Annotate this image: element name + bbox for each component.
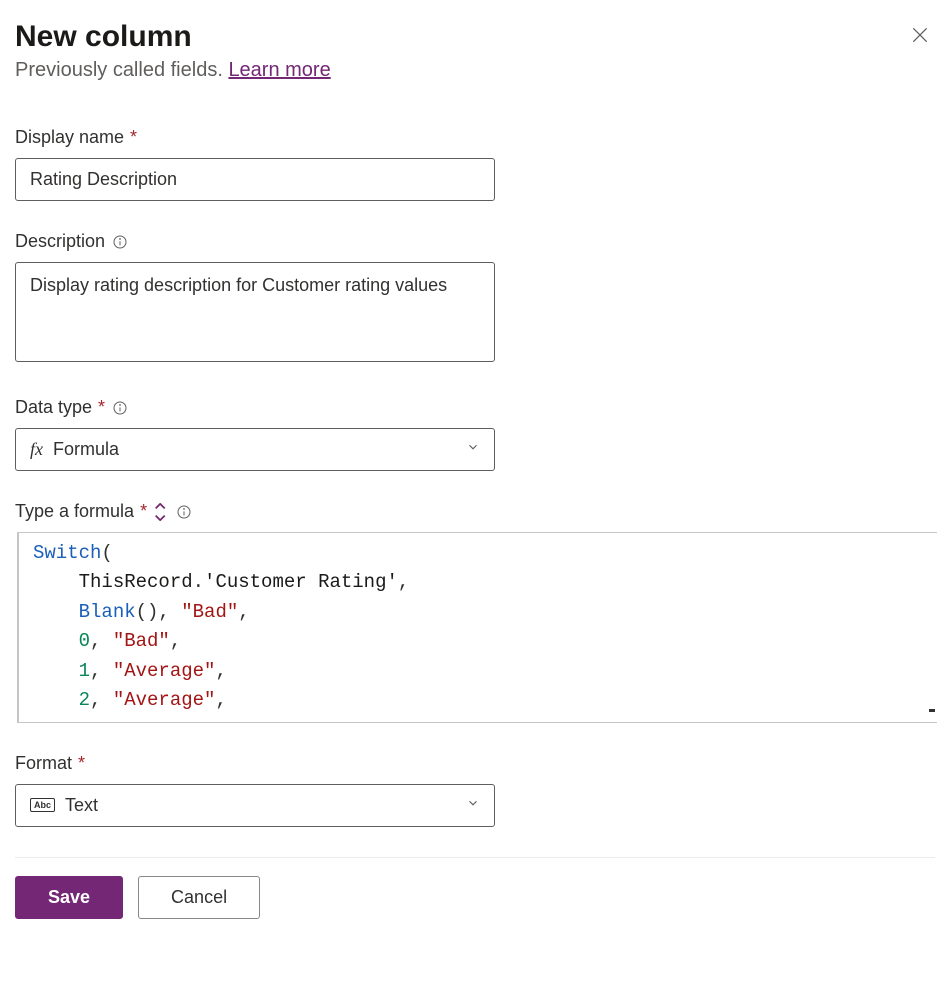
formula-editor[interactable]: Switch( ThisRecord.'Customer Rating', Bl… (17, 532, 937, 723)
display-name-label: Display name * (15, 127, 935, 148)
description-input[interactable]: Display rating description for Customer … (15, 262, 495, 362)
label-text: Data type (15, 397, 92, 418)
format-label: Format * (15, 753, 935, 774)
required-indicator: * (140, 501, 147, 522)
info-icon[interactable] (111, 233, 129, 251)
save-button[interactable]: Save (15, 876, 123, 919)
format-select[interactable]: Abc Text (15, 784, 495, 827)
data-type-label: Data type * (15, 397, 935, 418)
page-title: New column (15, 20, 192, 54)
tok-str: "Average" (113, 689, 216, 711)
close-icon (910, 33, 930, 48)
required-indicator: * (78, 753, 85, 774)
formula-label: Type a formula * (15, 501, 935, 522)
tok-this: ThisRecord (79, 571, 193, 593)
footer-bar: Save Cancel (15, 857, 935, 937)
info-icon[interactable] (111, 399, 129, 417)
learn-more-link[interactable]: Learn more (228, 59, 330, 81)
select-value: Formula (53, 439, 466, 460)
chevron-down-icon (466, 796, 480, 815)
required-indicator: * (130, 127, 137, 148)
tok-switch: Switch (33, 542, 101, 564)
required-indicator: * (98, 397, 105, 418)
tok-str: "Bad" (181, 601, 238, 623)
chevron-down-icon (466, 440, 480, 459)
tok-field: 'Customer Rating' (204, 571, 398, 593)
label-text: Description (15, 231, 105, 252)
info-icon[interactable] (175, 503, 193, 521)
subtitle: Previously called fields. Learn more (15, 59, 935, 82)
close-button[interactable] (905, 20, 935, 53)
text-icon: Abc (30, 798, 55, 812)
tok-blank: Blank (79, 601, 136, 623)
label-text: Format (15, 753, 72, 774)
subtitle-text: Previously called fields. (15, 59, 228, 81)
select-value: Text (65, 795, 466, 816)
label-text: Type a formula (15, 501, 134, 522)
tok-str: "Average" (113, 660, 216, 682)
display-name-input[interactable] (15, 158, 495, 201)
formula-icon: fx (30, 439, 43, 460)
tok-num: 0 (79, 630, 90, 652)
scroll-handle[interactable] (929, 709, 935, 712)
tok-num: 2 (79, 689, 90, 711)
label-text: Display name (15, 127, 124, 148)
tok-num: 1 (79, 660, 90, 682)
data-type-select[interactable]: fx Formula (15, 428, 495, 471)
expand-icon[interactable] (153, 503, 169, 521)
description-label: Description (15, 231, 935, 252)
cancel-button[interactable]: Cancel (138, 876, 260, 919)
tok-str: "Bad" (113, 630, 170, 652)
